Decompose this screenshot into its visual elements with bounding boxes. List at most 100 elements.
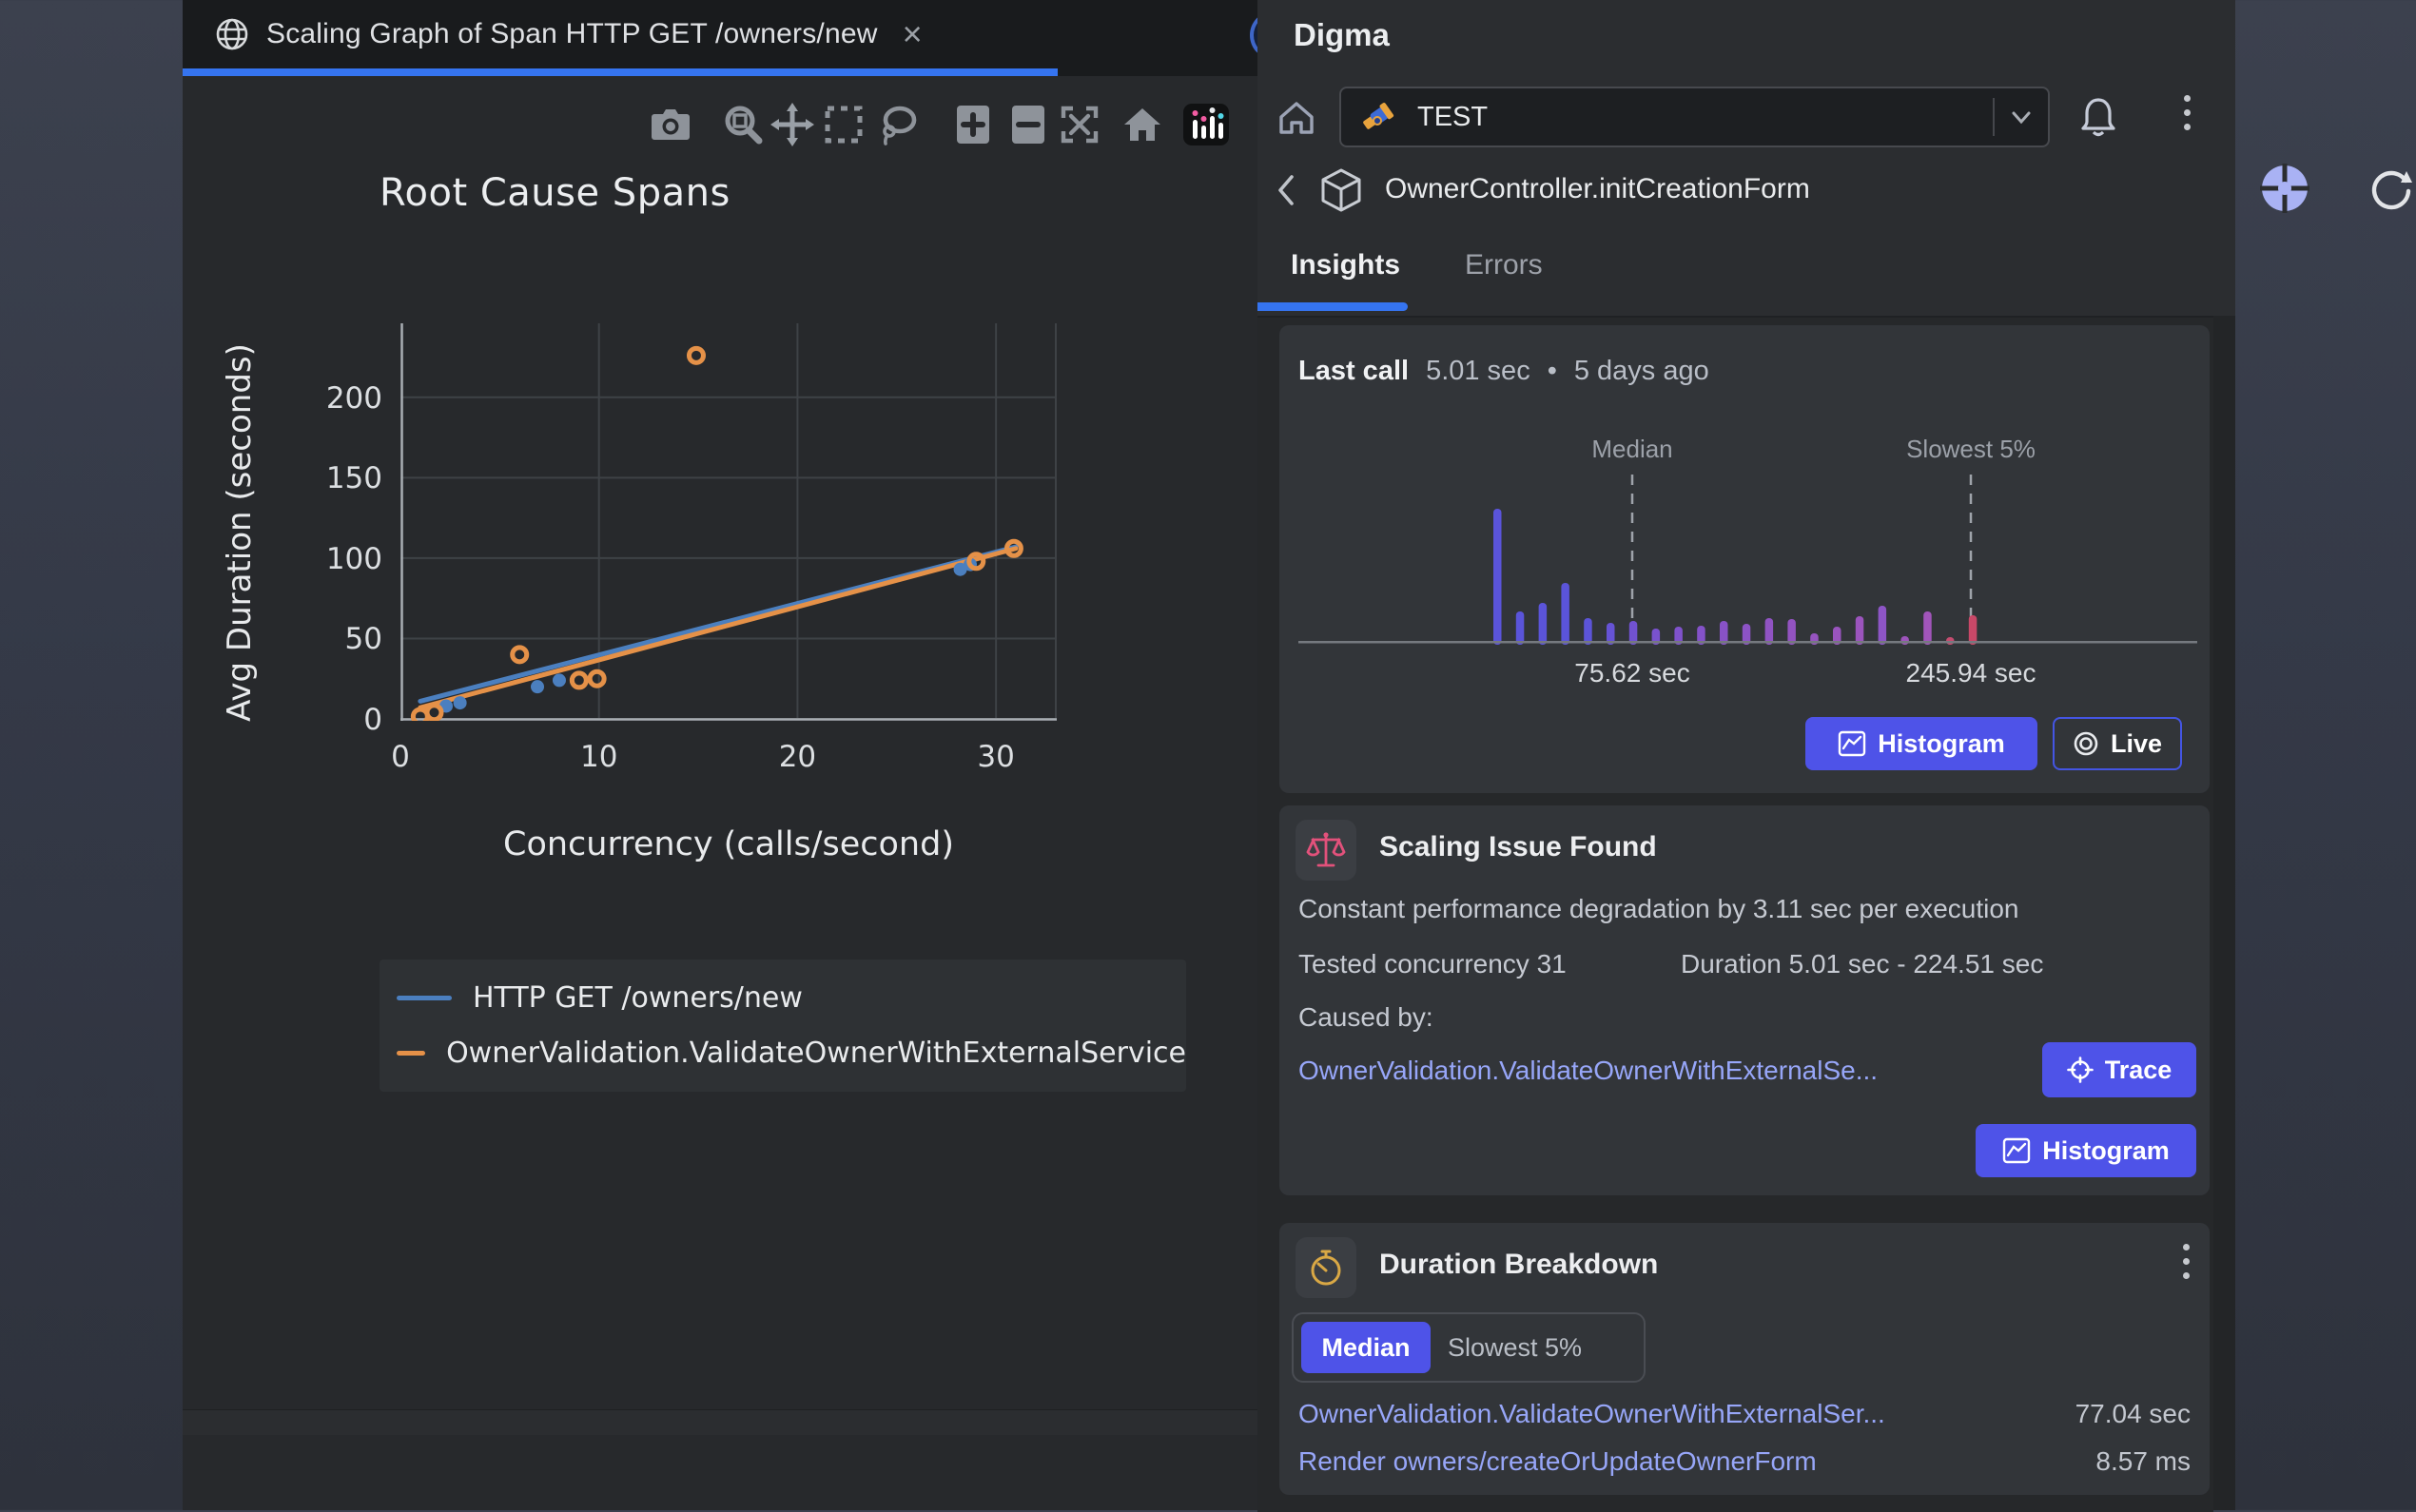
scatter-point [427, 706, 441, 720]
editor-bottom-strip [183, 1409, 1257, 1435]
scatter-point [689, 348, 703, 362]
plotly-modebar [183, 103, 1248, 148]
percentile-toggle: Median Slowest 5% [1292, 1312, 1646, 1383]
zoom-in-icon[interactable] [951, 103, 995, 146]
legend-label: OwnerValidation.ValidateOwnerWithExterna… [446, 1037, 1186, 1070]
editor-tab-scaling-graph[interactable]: Scaling Graph of Span HTTP GET /owners/n… [183, 0, 936, 68]
duration-breakdown-card: Duration Breakdown Median Slowest 5% Own… [1279, 1223, 2210, 1495]
legend-label: HTTP GET /owners/new [473, 981, 803, 1015]
breakdown-span-link[interactable]: Render owners/createOrUpdateOwnerForm [1298, 1446, 1817, 1477]
lasso-icon[interactable] [876, 103, 920, 146]
scaling-issue-icon-box [1296, 820, 1356, 881]
notifications-bell-icon[interactable] [2072, 87, 2125, 146]
histogram-bar [1584, 618, 1592, 645]
histogram-bar [1516, 611, 1525, 645]
histogram-bar [1923, 611, 1932, 645]
reset-home-icon[interactable] [1120, 103, 1164, 146]
legend-line-swatch [397, 1051, 425, 1056]
histogram-bar [1539, 603, 1548, 645]
scope-title: OwnerController.initCreationForm [1385, 173, 1810, 205]
target-crosshair-icon[interactable] [2258, 162, 2311, 215]
histogram-bar [1969, 615, 1978, 645]
stopwatch-icon [1306, 1248, 1346, 1288]
legend-item[interactable]: OwnerValidation.ValidateOwnerWithExterna… [397, 1037, 1186, 1070]
scaling-chart-panel: Root Cause Spans 0102030 050100150200 Av… [183, 76, 1257, 1485]
root-cause-span-link[interactable]: OwnerValidation.ValidateOwnerWithExterna… [1298, 1056, 1878, 1086]
histogram-bar [1493, 509, 1502, 645]
x-axis-label: Concurrency (calls/second) [503, 825, 954, 863]
x-tick-label: 0 [391, 740, 410, 774]
duration-histogram [1298, 472, 2197, 652]
histogram-bar [1561, 583, 1569, 645]
histogram-button-label: Histogram [1878, 729, 2005, 759]
zoom-icon[interactable] [721, 103, 765, 146]
refresh-icon[interactable] [2367, 164, 2416, 213]
editor-tab-bar: Scaling Graph of Span HTTP GET /owners/n… [183, 0, 1257, 76]
camera-icon[interactable] [649, 103, 692, 146]
scaling-issue-card: Scaling Issue Found Constant performance… [1279, 805, 2210, 1195]
active-panel-tab-underline [1257, 302, 1408, 311]
histogram-bar [1879, 606, 1887, 645]
trace-target-icon [2067, 1056, 2094, 1083]
back-chevron-icon[interactable] [1273, 164, 1307, 217]
last-call-time-ago: 5 days ago [1574, 356, 1709, 387]
live-icon [2073, 730, 2099, 757]
insights-scroll-area[interactable]: Last call 5.01 sec • 5 days ago Median S… [1257, 316, 2213, 1512]
duration-breakdown-title: Duration Breakdown [1379, 1249, 1658, 1281]
histogram-chart-icon [1838, 730, 1866, 757]
active-tab-underline [183, 68, 1058, 76]
scatter-point [531, 680, 544, 693]
environment-select[interactable]: TEST [1339, 87, 2050, 147]
scatter-plot [400, 323, 1057, 721]
toggle-slowest-5[interactable]: Slowest 5% [1448, 1333, 1582, 1363]
median-marker-label: Median [1591, 435, 1672, 464]
panel-kebab-menu-icon[interactable] [2172, 95, 2201, 130]
tab-errors[interactable]: Errors [1465, 249, 1543, 281]
zoom-out-icon[interactable] [1006, 103, 1050, 146]
caused-by-label: Caused by: [1298, 1002, 1433, 1033]
histogram-baseline [1298, 641, 2197, 644]
plotly-logo-icon[interactable] [1182, 103, 1230, 146]
histogram-bar [1787, 619, 1796, 645]
trend-line [420, 549, 1016, 708]
duration-icon-box [1296, 1237, 1356, 1298]
scatter-point [590, 671, 604, 686]
y-tick-label: 100 [306, 542, 382, 576]
span-cube-icon [1316, 165, 1366, 220]
tab-insights[interactable]: Insights [1291, 249, 1400, 281]
live-button[interactable]: Live [2053, 717, 2182, 770]
legend-line-swatch [397, 996, 452, 1000]
globe-icon [213, 15, 251, 53]
home-icon[interactable] [1275, 89, 1322, 146]
x-tick-label: 20 [779, 740, 816, 774]
scrollbar-gutter[interactable] [2213, 316, 2235, 1510]
telescope-icon [1356, 97, 1396, 137]
scatter-point [454, 696, 467, 709]
trace-button[interactable]: Trace [2042, 1042, 2196, 1097]
tab-title: Scaling Graph of Span HTTP GET /owners/n… [266, 18, 878, 50]
breakdown-span-link[interactable]: OwnerValidation.ValidateOwnerWithExterna… [1298, 1399, 1885, 1429]
histogram-bar [1900, 636, 1909, 645]
panel-title: Digma [1294, 17, 1390, 53]
tab-close-icon[interactable]: × [903, 17, 923, 51]
scaling-description: Constant performance degradation by 3.11… [1298, 894, 2019, 924]
breakdown-rows: OwnerValidation.ValidateOwnerWithExterna… [1298, 1390, 2191, 1485]
duration-range: Duration 5.01 sec - 224.51 sec [1681, 949, 2043, 979]
autoscale-icon[interactable] [1058, 103, 1101, 146]
histogram-button[interactable]: Histogram [1976, 1124, 2196, 1177]
live-button-label: Live [2111, 729, 2162, 759]
histogram-button-label: Histogram [2042, 1136, 2170, 1166]
card-kebab-menu-icon[interactable] [2183, 1244, 2190, 1279]
last-call-summary: Last call 5.01 sec • 5 days ago [1298, 356, 1709, 387]
chevron-down-icon[interactable] [1995, 103, 2048, 131]
tested-concurrency: Tested concurrency 31 [1298, 949, 1567, 979]
breakdown-duration-value: 8.57 ms [2095, 1446, 2191, 1477]
y-tick-label: 0 [306, 703, 382, 737]
pan-icon[interactable] [770, 103, 814, 146]
toggle-median[interactable]: Median [1301, 1322, 1431, 1373]
box-select-icon[interactable] [822, 103, 866, 146]
last-call-label: Last call [1298, 356, 1409, 387]
histogram-button[interactable]: Histogram [1805, 717, 2037, 770]
legend-item[interactable]: HTTP GET /owners/new [397, 981, 1186, 1015]
y-tick-label: 150 [306, 461, 382, 495]
